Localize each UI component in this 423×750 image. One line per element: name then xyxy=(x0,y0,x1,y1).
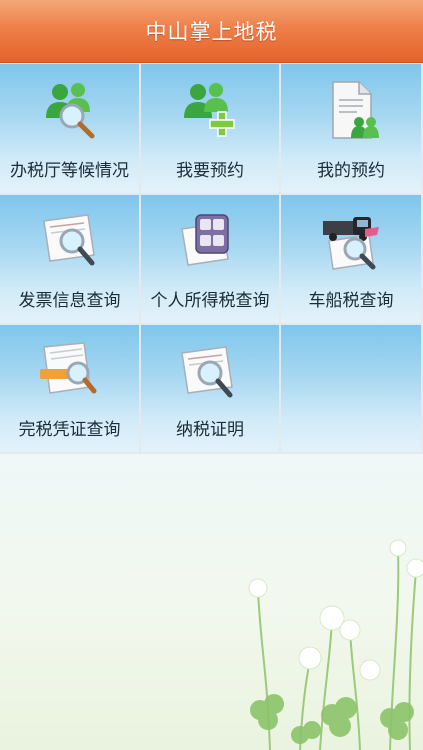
clover-flowers-decoration xyxy=(248,539,423,750)
menu-label: 个人所得税查询 xyxy=(150,291,270,311)
menu-item-tax-certificate[interactable]: 纳税证明 xyxy=(141,325,281,454)
menu-item-tax-receipt-query[interactable]: 完税凭证查询 xyxy=(0,325,141,454)
menu-item-hall-waiting[interactable]: 办税厅等候情况 xyxy=(0,64,141,195)
menu-label: 我要预约 xyxy=(176,161,244,181)
menu-item-vehicle-tax-query[interactable]: 车船税查询 xyxy=(281,195,423,325)
menu-item-make-appointment[interactable]: 我要预约 xyxy=(141,64,281,195)
invoice-search-icon xyxy=(42,214,95,266)
truck-search-icon xyxy=(323,217,379,270)
people-add-icon xyxy=(184,83,235,137)
people-search-icon xyxy=(45,83,94,139)
menu-item-empty xyxy=(281,325,423,454)
menu-item-invoice-query[interactable]: 发票信息查询 xyxy=(0,195,141,325)
menu-label: 车船税查询 xyxy=(308,291,394,311)
document-people-icon xyxy=(332,81,379,139)
certificate-search-icon xyxy=(181,346,233,398)
menu-label: 我的预约 xyxy=(317,161,385,181)
calculator-icon xyxy=(181,214,229,266)
tax-receipt-search-icon xyxy=(39,342,96,394)
app-header: 中山掌上地税 xyxy=(0,0,423,63)
menu-label: 完税凭证查询 xyxy=(18,420,121,440)
menu-label: 发票信息查询 xyxy=(18,291,121,311)
app-title: 中山掌上地税 xyxy=(145,20,278,44)
menu-label: 办税厅等候情况 xyxy=(10,161,129,181)
menu-item-my-appointments[interactable]: 我的预约 xyxy=(281,64,423,195)
menu-label: 纳税证明 xyxy=(176,420,244,440)
menu-grid: 办税厅等候情况 我要预约 我的预约 发票信息查询 个人所得税查询 车船税查询 完… xyxy=(0,64,423,454)
menu-item-income-tax-query[interactable]: 个人所得税查询 xyxy=(141,195,281,325)
